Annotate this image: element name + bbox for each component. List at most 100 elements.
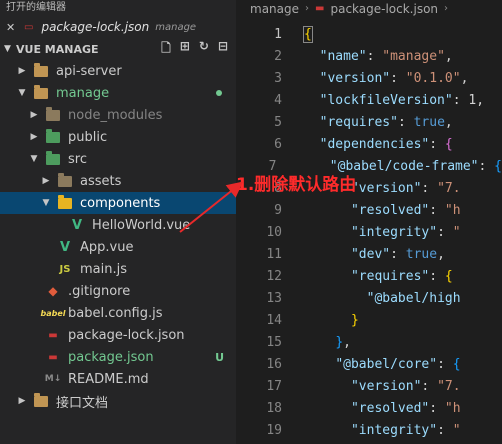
open-editor-item[interactable]: ✕ ▭ package-lock.json manage <box>0 16 236 38</box>
code-line[interactable]: 18 "resolved": "h <box>236 398 502 420</box>
tree-item-babel-config[interactable]: babel babel.config.js <box>0 302 236 324</box>
tree-item-label: main.js <box>80 261 127 277</box>
code-line[interactable]: 9 "resolved": "h <box>236 200 502 222</box>
tree-item-main-js[interactable]: JS main.js <box>0 258 236 280</box>
code-token: "dev" <box>350 247 391 262</box>
tree-item-label: src <box>68 151 87 167</box>
breadcrumb-folder[interactable]: manage <box>250 0 299 18</box>
code-text: "requires": true, <box>304 112 453 134</box>
code-token: : <box>421 181 438 196</box>
chevron-down-icon: ▼ <box>42 198 50 208</box>
code-line[interactable]: 6 "dependencies": { <box>236 134 502 156</box>
tree-item-public[interactable]: ▶ public <box>0 126 236 148</box>
new-file-icon[interactable]: 🗋 <box>161 39 171 60</box>
project-header[interactable]: ▼ VUE MANAGE 🗋 ⊞ ↻ ⊟ <box>0 38 236 60</box>
chevron-right-icon: ▶ <box>18 396 26 406</box>
code-text: { <box>303 24 313 46</box>
tree-item-label: 接口文档 <box>56 395 109 411</box>
code-line[interactable]: 12 "requires": { <box>236 266 502 288</box>
chevron-right-icon: ▶ <box>30 132 38 142</box>
code-line[interactable]: 16 "@babel/core": { <box>236 354 502 376</box>
code-text: "name": "manage", <box>304 46 453 68</box>
code-area[interactable]: 1{2 "name": "manage", 3 "version": "0.1.0… <box>236 24 502 444</box>
breadcrumb-file[interactable]: package-lock.json <box>330 0 438 18</box>
code-token: : <box>397 115 414 130</box>
git-icon: ◆ <box>48 284 58 298</box>
line-number: 19 <box>266 423 282 438</box>
chevron-right-icon: ▶ <box>30 110 38 120</box>
code-line[interactable]: 3 "version": "0.1.0", <box>236 68 502 90</box>
code-token: "version" <box>350 181 422 196</box>
line-number: 1 <box>274 27 282 42</box>
line-number: 17 <box>266 379 282 394</box>
tree-item-docs[interactable]: ▶ 接口文档 <box>0 390 236 412</box>
line-number: 6 <box>274 137 282 152</box>
code-token: "7. <box>437 181 461 196</box>
tree-item-gitignore[interactable]: ◆ .gitignore <box>0 280 236 302</box>
code-line[interactable]: 1{ <box>236 24 502 46</box>
open-editors-header[interactable]: 打开的编辑器 <box>0 0 236 16</box>
tree-item-components[interactable]: ▼ components <box>0 192 236 214</box>
code-token: , <box>444 49 453 64</box>
code-line[interactable]: 19 "integrity": " <box>236 420 502 442</box>
new-folder-icon[interactable]: ⊞ <box>180 39 190 60</box>
tree-item-package-json[interactable]: ▬ package.json U <box>0 346 236 368</box>
folder-icon <box>32 62 50 78</box>
code-line[interactable]: 17 "version": "7. <box>236 376 502 398</box>
collapse-all-icon[interactable]: ⊟ <box>218 39 228 60</box>
tree-item-label: manage <box>56 85 110 101</box>
tree-item-app-vue[interactable]: V App.vue <box>0 236 236 258</box>
code-token: , <box>444 115 453 130</box>
vue-file-icon: V <box>59 239 71 255</box>
tree-item-label: node_modules <box>68 107 163 123</box>
code-editor[interactable]: manage › ▬ package-lock.json › 1{2 "name… <box>236 0 502 444</box>
markdown-icon: M↓ <box>44 374 62 384</box>
refresh-icon[interactable]: ↻ <box>199 39 209 60</box>
code-token: : <box>429 269 445 284</box>
code-line[interactable]: 4 "lockfileVersion": 1, <box>236 90 502 112</box>
folder-icon <box>32 392 50 408</box>
tree-item-api-server[interactable]: ▶ api-server <box>0 60 236 82</box>
code-token: "name" <box>319 49 367 64</box>
chevron-down-icon: ▼ <box>4 44 11 54</box>
code-token: : <box>437 423 453 438</box>
code-text: "@babel/core": { <box>304 354 461 376</box>
assets-folder-icon <box>56 172 74 188</box>
code-text: "dev": true, <box>304 244 445 266</box>
tree-item-manage[interactable]: ▼ manage <box>0 82 236 104</box>
code-token: { <box>452 357 461 372</box>
tree-item-node-modules[interactable]: ▶ node_modules <box>0 104 236 126</box>
code-line[interactable]: 11 "dev": true, <box>236 244 502 266</box>
code-token: true <box>405 247 438 262</box>
tree-item-label: babel.config.js <box>68 305 163 321</box>
line-number: 15 <box>266 335 282 350</box>
code-token: " <box>452 225 461 240</box>
code-token: "requires" <box>319 115 398 130</box>
tree-item-helloworld[interactable]: V HelloWorld.vue <box>0 214 236 236</box>
json-file-icon: ▬ <box>315 3 325 14</box>
code-line[interactable]: 13 "@babel/high <box>236 288 502 310</box>
code-line[interactable]: 10 "integrity": " <box>236 222 502 244</box>
code-token: : <box>429 137 445 152</box>
code-token: "version" <box>319 71 391 86</box>
code-token: : <box>390 247 406 262</box>
code-line[interactable]: 14 } <box>236 310 502 332</box>
close-icon[interactable]: ✕ <box>6 21 20 34</box>
code-line[interactable]: 2 "name": "manage", <box>236 46 502 68</box>
tree-item-src[interactable]: ▼ src <box>0 148 236 170</box>
folder-open-icon <box>32 84 50 100</box>
code-token: "requires" <box>350 269 430 284</box>
tree-item-assets[interactable]: ▶ assets <box>0 170 236 192</box>
code-line[interactable]: 5 "requires": true, <box>236 112 502 134</box>
tree-item-package-lock[interactable]: ▬ package-lock.json <box>0 324 236 346</box>
code-token: "0.1.0" <box>405 71 461 86</box>
tree-item-readme[interactable]: M↓ README.md <box>0 368 236 390</box>
code-text: "integrity": " <box>304 420 461 442</box>
code-line[interactable]: 15 }, <box>236 332 502 354</box>
tree-item-label: .gitignore <box>68 283 131 299</box>
tree-item-label: App.vue <box>80 239 134 255</box>
